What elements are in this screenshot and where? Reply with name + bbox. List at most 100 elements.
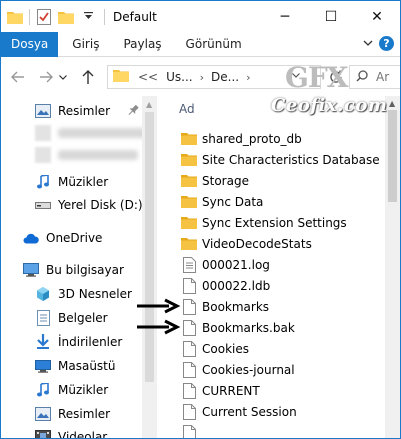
file-name: Bookmarks [202, 299, 270, 314]
file-name: Bookmarks.bak [202, 320, 295, 335]
recent-locations-button[interactable] [57, 66, 69, 88]
nav-item-label: İndirilenler [58, 335, 123, 349]
chevron-right-icon[interactable]: › [200, 71, 204, 84]
scrollbar-thumb[interactable] [145, 112, 154, 382]
nav-item-label: 3D Nesneler [58, 287, 132, 301]
nav-item-downloads[interactable]: İndirilenler [35, 331, 122, 353]
list-item[interactable]: Sync Data [181, 191, 263, 212]
new-folder-icon[interactable] [58, 9, 74, 25]
nav-item-label: OneDrive [46, 231, 103, 245]
nav-item-blurred[interactable] [35, 144, 138, 166]
ribbon-tabs: Dosya Giriş Paylaş Görünüm ? [1, 31, 400, 57]
nav-item-videos[interactable]: Videolar [35, 426, 107, 438]
search-field[interactable]: Ar [349, 65, 400, 89]
list-item[interactable]: 000022.ldb [181, 275, 270, 296]
file-name: Site Characteristics Database [202, 152, 380, 167]
tab-paylas[interactable]: Paylaş [113, 32, 171, 57]
desktop-icon [35, 358, 51, 374]
toolbar-divider [104, 8, 105, 25]
breadcrumb-default[interactable]: De... [211, 70, 239, 84]
list-item[interactable] [181, 422, 202, 438]
title-bar: Default ─ ☐ ✕ [1, 1, 400, 32]
back-arrow-icon [11, 71, 24, 83]
list-item[interactable]: Site Characteristics Database [181, 149, 380, 170]
close-button[interactable]: ✕ [354, 1, 400, 32]
blurred-icon [35, 125, 51, 141]
nav-item-onedrive[interactable]: OneDrive [23, 227, 102, 249]
chevron-down-icon[interactable] [292, 70, 300, 81]
refresh-icon[interactable] [327, 68, 345, 86]
list-item[interactable]: 000021.log [181, 254, 270, 275]
nav-item-this-pc[interactable]: Bu bilgisayar [23, 259, 124, 281]
file-name: shared_proto_db [202, 131, 302, 146]
pane-splitter[interactable] [157, 96, 171, 438]
list-item[interactable]: Current Session [181, 401, 297, 422]
tab-dosya[interactable]: Dosya [1, 31, 59, 57]
content-scrollbar[interactable]: ▲ [385, 96, 400, 438]
file-icon [181, 319, 197, 336]
nav-item-documents[interactable]: Belgeler [35, 307, 108, 329]
properties-icon[interactable] [36, 8, 52, 25]
help-icon[interactable]: ? [379, 36, 394, 51]
list-item[interactable]: Cookies-journal [181, 359, 295, 380]
folder-icon[interactable] [7, 9, 23, 25]
nav-item-muzikler[interactable]: Müzikler [35, 171, 108, 193]
nav-item-resimler[interactable]: Resimler [35, 100, 110, 122]
scroll-up-icon[interactable]: ▲ [146, 100, 152, 109]
list-item[interactable]: Sync Extension Settings [181, 212, 347, 233]
list-item[interactable]: Bookmarks [181, 296, 269, 317]
list-item[interactable]: Bookmarks.bak [181, 317, 295, 338]
breadcrumb-users[interactable]: Us... [166, 70, 192, 84]
list-item[interactable]: CURRENT [181, 380, 260, 401]
expand-ribbon-icon[interactable] [362, 37, 374, 49]
nav-item-resimler-2[interactable]: Resimler [35, 403, 110, 425]
customize-toolbar-icon[interactable] [80, 9, 96, 25]
computer-icon [23, 262, 39, 278]
tab-gorunum[interactable]: Görünüm [172, 32, 256, 57]
blurred-label [58, 150, 138, 160]
pin-icon[interactable] [123, 103, 141, 121]
nav-item-local-disk-d[interactable]: Yerel Disk (D:) [35, 194, 143, 216]
search-icon [356, 69, 368, 85]
list-item[interactable]: Storage [181, 170, 249, 191]
file-name: Storage [202, 173, 249, 188]
toolbar-divider [29, 8, 30, 25]
nav-item-blurred[interactable] [35, 122, 148, 144]
list-item[interactable]: shared_proto_db [181, 128, 302, 149]
tab-giris[interactable]: Giriş [58, 32, 113, 57]
file-icon [181, 382, 197, 399]
list-item[interactable]: Cookies [181, 338, 249, 359]
column-header-name[interactable]: Ad [179, 102, 195, 116]
scroll-up-icon[interactable]: ▲ [389, 99, 395, 108]
address-bar[interactable]: << Us... › De... › [107, 65, 321, 89]
file-icon [181, 277, 197, 294]
up-button[interactable] [77, 66, 99, 88]
scrollbar-thumb[interactable] [388, 110, 397, 202]
file-name: Current Session [202, 404, 297, 419]
3d-objects-icon [35, 286, 51, 302]
videos-icon [35, 429, 51, 438]
file-icon [181, 340, 197, 357]
nav-item-label: Müzikler [58, 383, 109, 397]
nav-item-muzikler-2[interactable]: Müzikler [35, 379, 108, 401]
text-file-icon [181, 256, 197, 273]
folder-icon [181, 215, 197, 231]
maximize-button[interactable]: ☐ [308, 1, 354, 32]
nav-item-label: Belgeler [58, 311, 108, 325]
list-item[interactable]: VideoDecodeStats [181, 233, 312, 254]
nav-scrollbar[interactable]: ▲ [142, 96, 157, 438]
chevron-down-icon [59, 74, 67, 80]
music-icon [35, 382, 51, 398]
pictures-icon [35, 103, 51, 119]
back-button[interactable] [7, 66, 29, 88]
nav-item-desktop[interactable]: Masaüstü [35, 355, 115, 377]
forward-button[interactable] [35, 66, 57, 88]
minimize-button[interactable]: ─ [262, 1, 308, 32]
up-arrow-icon [82, 70, 94, 84]
file-icon [181, 424, 197, 438]
chevron-right-icon[interactable]: › [246, 71, 250, 84]
breadcrumb-overflow[interactable]: << [138, 70, 158, 84]
file-icon [181, 298, 197, 315]
nav-item-3d-objects[interactable]: 3D Nesneler [35, 283, 132, 305]
window-title: Default [113, 9, 157, 24]
